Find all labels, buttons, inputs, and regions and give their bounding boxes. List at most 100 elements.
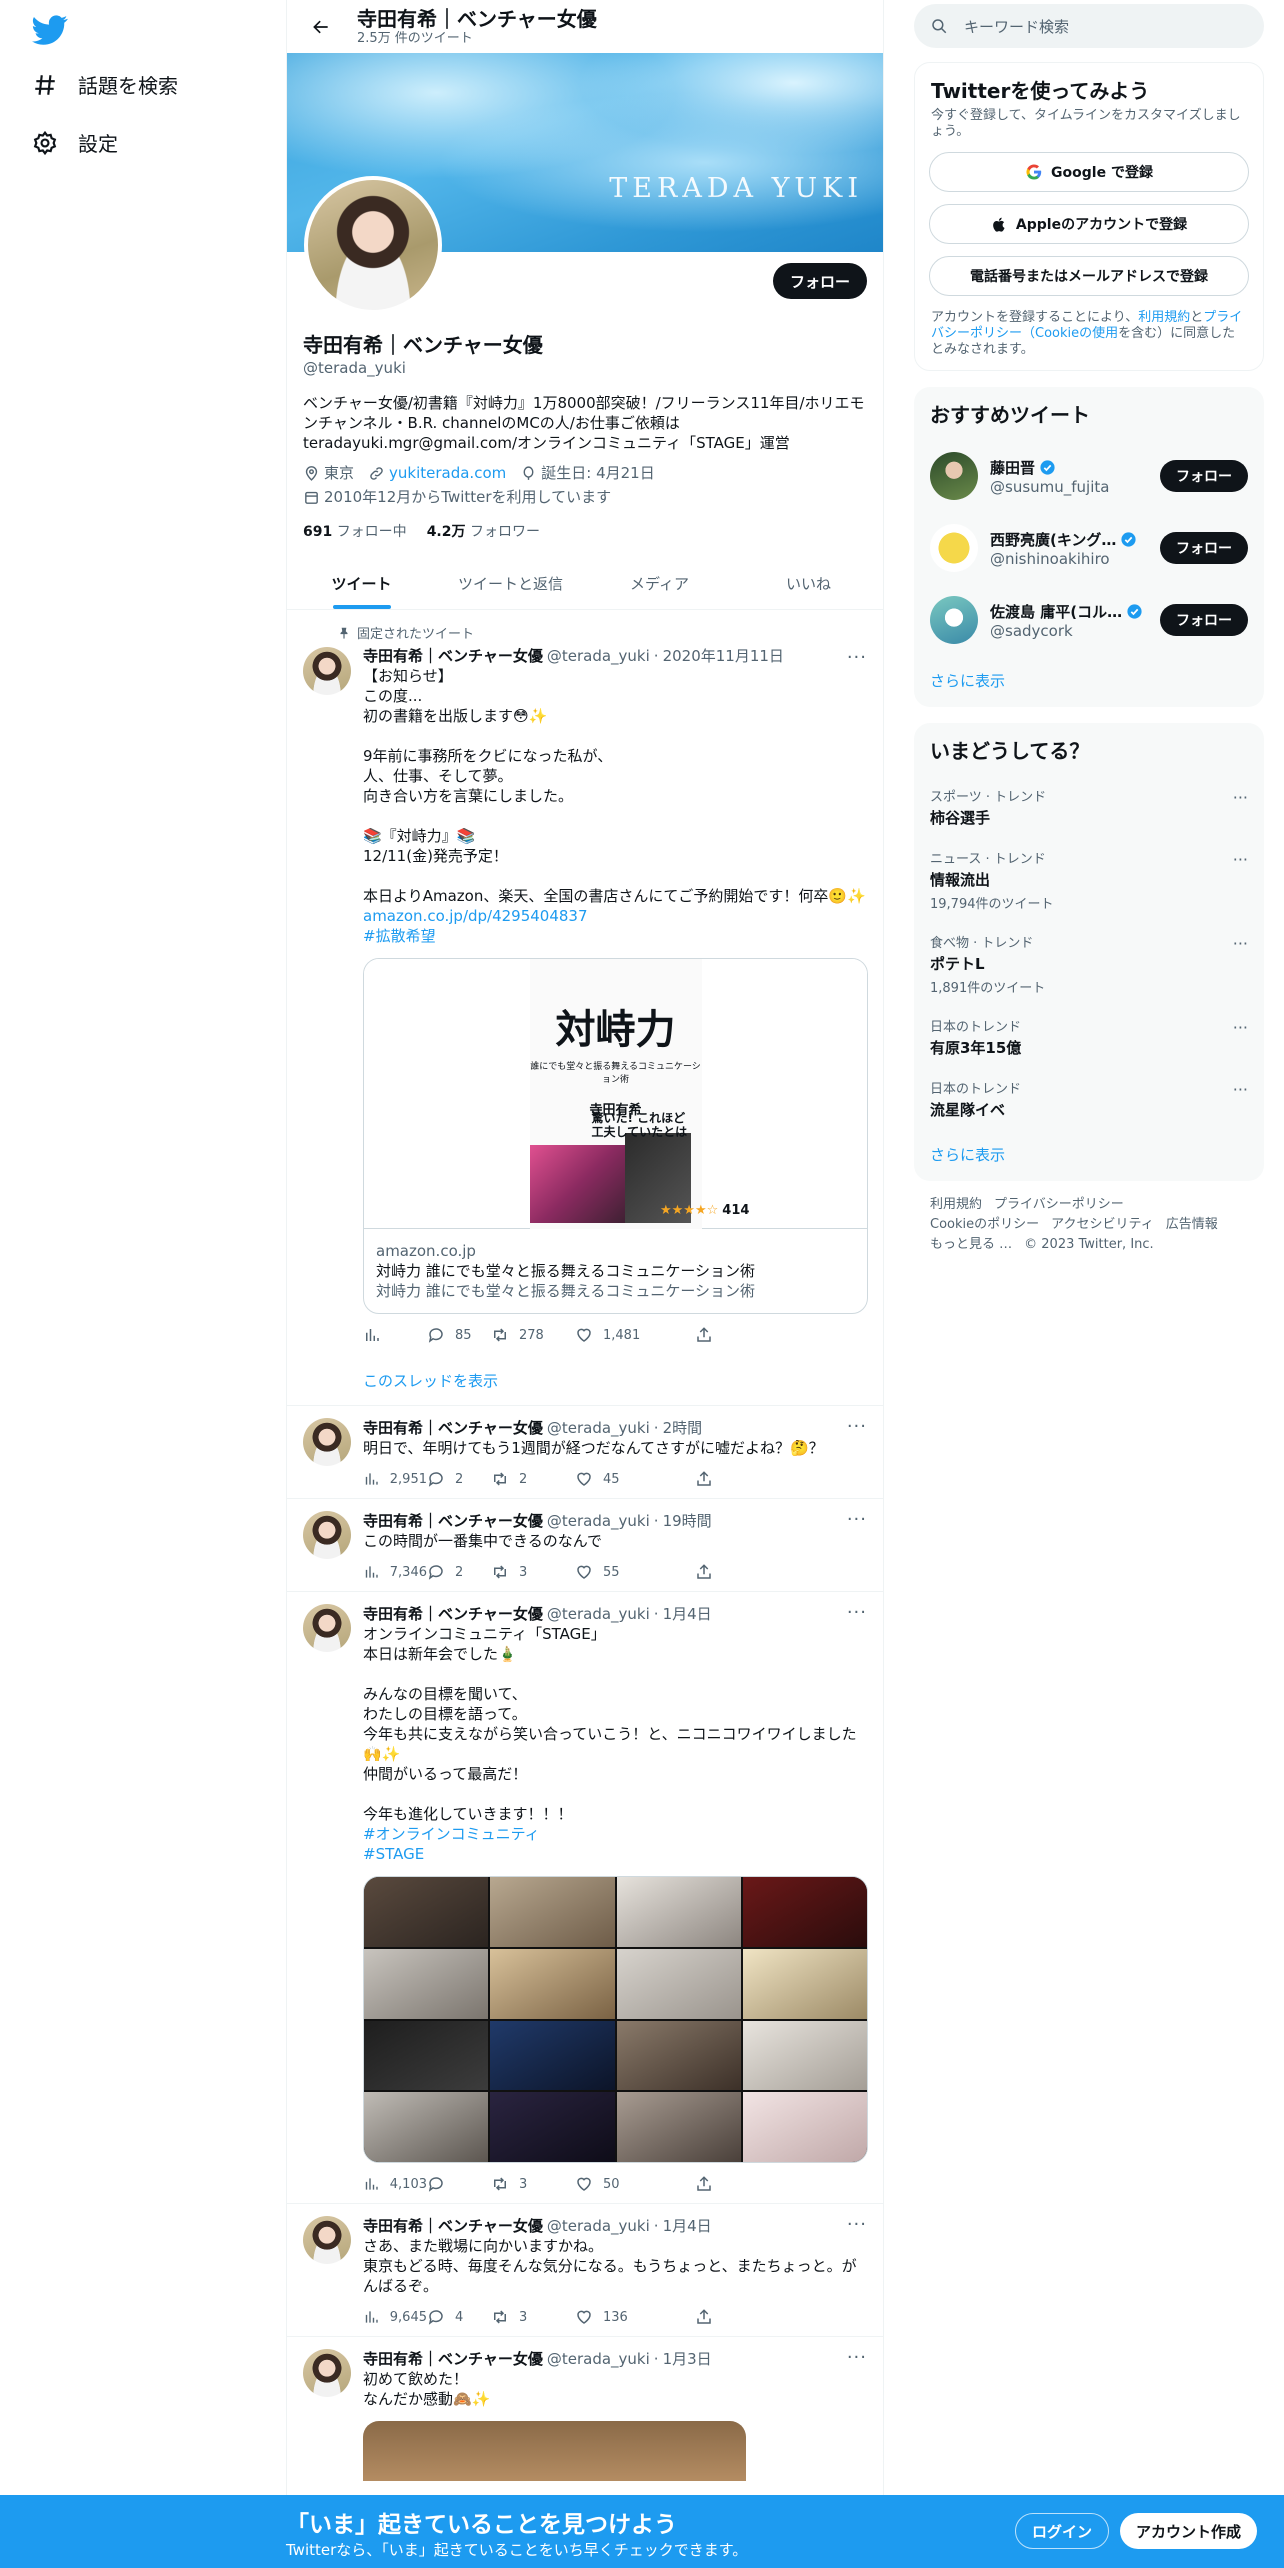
retweet-button[interactable]: 3	[491, 1563, 575, 1581]
tweet-avatar[interactable]	[303, 1418, 351, 1466]
trend-item[interactable]: 日本のトレンド 有原3年15億 ···	[914, 1006, 1264, 1068]
views-button[interactable]	[363, 1326, 427, 1344]
website-link[interactable]: yukiterada.com	[389, 463, 506, 483]
who-follow-button[interactable]: フォロー	[1160, 604, 1248, 636]
tweet[interactable]: ··· 寺田有希｜ベンチャー女優 @terada_yuki · 1月4日 オンラインコ…	[287, 1592, 883, 2204]
like-button[interactable]: 50	[575, 2175, 695, 2193]
tweet-handle[interactable]: @terada_yuki	[547, 2349, 650, 2369]
profile-website[interactable]: yukiterada.com	[368, 463, 506, 483]
tweet-avatar[interactable]	[303, 1511, 351, 1559]
like-button[interactable]: 1,481	[575, 1326, 695, 1344]
reply-button[interactable]: 85	[427, 1326, 491, 1344]
apple-signup-button[interactable]: Appleのアカウントで登録	[929, 204, 1249, 244]
who-name[interactable]: 佐渡島 庸平(コル…	[990, 601, 1122, 622]
who-show-more[interactable]: さらに表示	[914, 656, 1264, 707]
tweet-avatar[interactable]	[303, 2349, 351, 2397]
tweet[interactable]: ··· 寺田有希｜ベンチャー女優 @terada_yuki · 1月4日 さあ、また戦…	[287, 2204, 883, 2337]
tweet-time[interactable]: 19時間	[663, 1511, 712, 1531]
footer-accessibility-link[interactable]: アクセシビリティ	[1051, 1217, 1154, 1232]
retweet-button[interactable]: 278	[491, 1326, 575, 1344]
trend-more-icon[interactable]: ···	[1233, 934, 1248, 953]
tab-media[interactable]: メディア	[585, 557, 734, 609]
like-button[interactable]: 45	[575, 1470, 695, 1488]
tweet-author[interactable]: 寺田有希｜ベンチャー女優	[363, 2216, 543, 2236]
footer-privacy-link[interactable]: プライバシーポリシー	[994, 1197, 1124, 1212]
trend-item[interactable]: 食べ物 · トレンド ポテトL 1,891件のツイート ···	[914, 922, 1264, 1006]
tweet-author[interactable]: 寺田有希｜ベンチャー女優	[363, 646, 543, 666]
tweet-author[interactable]: 寺田有希｜ベンチャー女優	[363, 2349, 543, 2369]
trend-item[interactable]: スポーツ · トレンド 柿谷選手 ···	[914, 776, 1264, 838]
tab-likes[interactable]: いいね	[734, 557, 883, 609]
tweet-hashtag[interactable]: #拡散希望	[363, 926, 867, 946]
who-item[interactable]: 佐渡島 庸平(コル… @sadycork フォロー	[914, 584, 1264, 656]
back-button[interactable]	[303, 9, 339, 45]
tweet-handle[interactable]: @terada_yuki	[547, 1604, 650, 1624]
views-button[interactable]: 2,951	[363, 1470, 427, 1488]
phone-signup-button[interactable]: 電話番号またはメールアドレスで登録	[929, 256, 1249, 296]
who-follow-button[interactable]: フォロー	[1160, 532, 1248, 564]
who-avatar[interactable]	[930, 596, 978, 644]
trend-item[interactable]: 日本のトレンド 流星隊イベ ···	[914, 1068, 1264, 1130]
search-input[interactable]: キーワード検索	[914, 4, 1264, 48]
views-button[interactable]: 7,346	[363, 1563, 427, 1581]
trends-show-more[interactable]: さらに表示	[914, 1130, 1264, 1181]
tweet-avatar[interactable]	[303, 2216, 351, 2264]
views-button[interactable]: 9,645	[363, 2308, 427, 2326]
more-icon[interactable]: ···	[847, 647, 867, 668]
tweet-avatar[interactable]	[303, 647, 351, 695]
reply-button[interactable]: 2	[427, 1470, 491, 1488]
trend-more-icon[interactable]: ···	[1233, 1018, 1248, 1037]
nav-explore[interactable]: 話題を検索	[32, 70, 178, 99]
footer-ads-link[interactable]: 広告情報	[1166, 1217, 1218, 1232]
footer-more-link[interactable]: もっと見る …	[930, 1237, 1012, 1252]
tweet[interactable]: ··· 寺田有希｜ベンチャー女優 @terada_yuki · 2時間 明日で、年明け…	[287, 1406, 883, 1499]
tweet-time[interactable]: 2020年11月11日	[663, 646, 784, 666]
reply-button[interactable]	[427, 2175, 491, 2193]
cookie-link[interactable]: （Cookieの使用	[1022, 326, 1118, 341]
trend-more-icon[interactable]: ···	[1233, 850, 1248, 869]
trend-more-icon[interactable]: ···	[1233, 1080, 1248, 1099]
terms-link[interactable]: 利用規約	[1138, 310, 1190, 325]
footer-terms-link[interactable]: 利用規約	[930, 1197, 982, 1212]
google-signup-button[interactable]: Google で登録	[929, 152, 1249, 192]
tweet-time[interactable]: 1月4日	[663, 1604, 712, 1624]
tweet-handle[interactable]: @terada_yuki	[547, 2216, 650, 2236]
who-item[interactable]: 藤田晋 @susumu_fujita フォロー	[914, 440, 1264, 512]
like-button[interactable]: 136	[575, 2308, 695, 2326]
more-icon[interactable]: ···	[847, 2347, 867, 2368]
tweet-author[interactable]: 寺田有希｜ベンチャー女優	[363, 1418, 543, 1438]
follow-button[interactable]: フォロー	[772, 263, 867, 299]
show-thread-link[interactable]: このスレッドを表示	[363, 1370, 867, 1395]
share-button[interactable]	[695, 2308, 713, 2326]
tweet-media[interactable]	[363, 1876, 868, 2163]
link-card[interactable]: 対峙力 誰にでも堂々と振る舞えるコミュニケーション術 寺田有希 驚いた! これほ…	[363, 958, 868, 1314]
tweet-hashtag[interactable]: #オンラインコミュニティ	[363, 1824, 867, 1844]
trend-item[interactable]: ニュース · トレンド 情報流出 19,794件のツイート ···	[914, 838, 1264, 922]
nav-settings[interactable]: 設定	[32, 128, 118, 157]
retweet-button[interactable]: 3	[491, 2308, 575, 2326]
share-button[interactable]	[695, 1326, 713, 1344]
more-icon[interactable]: ···	[847, 1416, 867, 1437]
followers-link[interactable]: 4.2万 フォロワー	[427, 521, 540, 541]
login-button[interactable]: ログイン	[1015, 2513, 1110, 2549]
tweet[interactable]: 固定されたツイート ··· 寺田有希｜ベンチャー女優 @terada_yuki …	[287, 611, 883, 1406]
create-account-button[interactable]: アカウント作成	[1120, 2513, 1258, 2549]
tweet-author[interactable]: 寺田有希｜ベンチャー女優	[363, 1604, 543, 1624]
tweet-handle[interactable]: @terada_yuki	[547, 646, 650, 666]
twitter-logo-icon[interactable]	[32, 12, 68, 48]
tweet-time[interactable]: 1月3日	[663, 2349, 712, 2369]
who-follow-button[interactable]: フォロー	[1160, 460, 1248, 492]
tweet-handle[interactable]: @terada_yuki	[547, 1511, 650, 1531]
tweet-time[interactable]: 2時間	[663, 1418, 703, 1438]
tweet-author[interactable]: 寺田有希｜ベンチャー女優	[363, 1511, 543, 1531]
tweet-link[interactable]: amazon.co.jp/dp/4295404837	[363, 906, 867, 926]
tweet[interactable]: ··· 寺田有希｜ベンチャー女優 @terada_yuki · 1月3日 初めて飲めた…	[287, 2337, 883, 2491]
retweet-button[interactable]: 2	[491, 1470, 575, 1488]
who-avatar[interactable]	[930, 452, 978, 500]
who-name[interactable]: 西野亮廣(キング…	[990, 529, 1116, 550]
share-button[interactable]	[695, 1470, 713, 1488]
trend-more-icon[interactable]: ···	[1233, 788, 1248, 807]
profile-avatar[interactable]	[304, 176, 442, 314]
following-link[interactable]: 691 フォロー中	[303, 521, 407, 541]
share-button[interactable]	[695, 1563, 713, 1581]
